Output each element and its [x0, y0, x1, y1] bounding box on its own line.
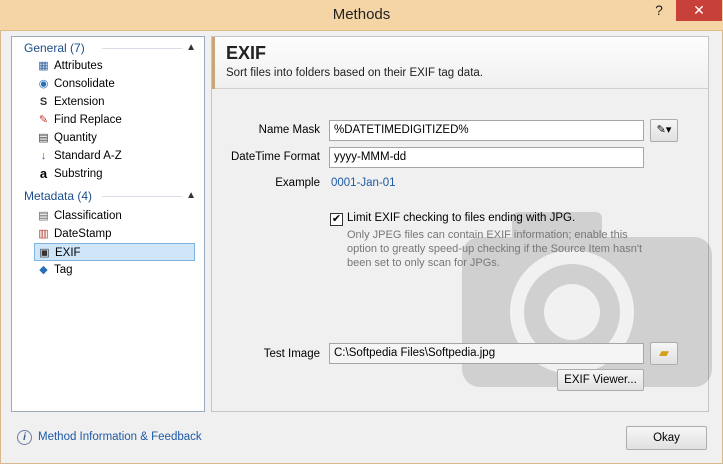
tree-item-label: Find Replace: [54, 114, 122, 126]
browse-button[interactable]: ▰: [650, 342, 678, 365]
tree-item-classification[interactable]: ▤ Classification: [34, 207, 184, 225]
close-button[interactable]: ✕: [676, 0, 722, 21]
tag-picker-icon: ✎▾: [656, 124, 672, 136]
example-label: Example: [275, 177, 320, 189]
tree-item-label: Substring: [54, 168, 103, 180]
collapse-caret-icon[interactable]: ▲: [186, 39, 196, 57]
tree-item-datestamp[interactable]: ▥ DateStamp: [34, 225, 184, 243]
method-info-link[interactable]: Method Information & Feedback: [38, 431, 202, 443]
sort-az-icon: ↓: [40, 150, 47, 162]
method-settings-panel: EXIF Sort files into folders based on th…: [211, 36, 712, 412]
tree-item-standard-a-z[interactable]: ↓ Standard A-Z: [34, 147, 184, 165]
limit-jpg-label[interactable]: Limit EXIF checking to files ending with…: [347, 212, 575, 224]
datestamp-icon: ▥: [38, 228, 49, 240]
tree-item-quantity[interactable]: ▤ Quantity: [34, 129, 184, 147]
group-divider: [102, 196, 182, 197]
panel-title: EXIF: [226, 43, 267, 63]
test-image-label: Test Image: [263, 348, 320, 360]
tree-item-find-replace[interactable]: ✎ Find Replace: [34, 111, 184, 129]
tree-item-label: DateStamp: [54, 228, 112, 240]
quantity-icon: ▤: [38, 132, 49, 144]
exif-viewer-button[interactable]: EXIF Viewer...: [557, 369, 644, 391]
datetime-format-label: DateTime Format: [230, 151, 320, 163]
test-image-input[interactable]: C:\Softpedia Files\Softpedia.jpg: [329, 343, 644, 364]
header-accent: [212, 37, 215, 89]
tree-item-label: EXIF: [55, 247, 81, 259]
group-general[interactable]: General (7) ▲: [12, 39, 204, 57]
camera-icon: ▣: [39, 247, 50, 259]
tree-item-consolidate[interactable]: ◉ Consolidate: [34, 75, 184, 93]
tree-item-label: Consolidate: [54, 78, 115, 90]
limit-jpg-note: Only JPEG files can contain EXIF informa…: [347, 229, 642, 269]
name-mask-input[interactable]: %DATETIMEDIGITIZED%: [329, 120, 644, 141]
insert-tag-button[interactable]: ✎▾: [650, 119, 678, 142]
help-button[interactable]: ?: [648, 2, 670, 23]
group-divider: [102, 48, 182, 49]
panel-header: EXIF Sort files into folders based on th…: [212, 37, 708, 89]
consolidate-icon: ◉: [38, 78, 49, 90]
window-title: Methods: [332, 6, 391, 23]
tree-item-label: Classification: [54, 210, 122, 222]
info-icon: i: [17, 430, 32, 445]
group-general-label: General (7): [24, 41, 85, 55]
datetime-format-input[interactable]: yyyy-MMM-dd: [329, 147, 644, 168]
name-mask-label: Name Mask: [258, 124, 320, 136]
tree-item-label: Tag: [54, 264, 73, 276]
limit-jpg-checkbox[interactable]: ✔: [330, 213, 343, 226]
methods-tree: General (7) ▲ ▦ Attributes ◉ Consolidate…: [11, 36, 205, 412]
attributes-icon: ▦: [38, 60, 49, 72]
folder-icon: ▰: [659, 345, 669, 360]
tree-item-tag[interactable]: ◆ Tag: [34, 261, 184, 279]
tree-item-label: Attributes: [54, 60, 103, 72]
camera-watermark-icon: [462, 212, 712, 387]
tag-icon: ◆: [39, 264, 48, 276]
title-bar: Methods ? ✕: [0, 0, 723, 31]
group-metadata[interactable]: Metadata (4) ▲: [12, 187, 204, 205]
tree-item-label: Extension: [54, 96, 105, 108]
tree-item-label: Quantity: [54, 132, 97, 144]
tree-item-exif[interactable]: ▣ EXIF: [34, 243, 195, 261]
okay-button[interactable]: Okay: [626, 426, 707, 450]
panel-description: Sort files into folders based on their E…: [226, 67, 483, 79]
tree-item-extension[interactable]: S Extension: [34, 93, 184, 111]
group-metadata-label: Metadata (4): [24, 189, 93, 203]
example-value: 0001-Jan-01: [331, 177, 396, 189]
substring-icon: a: [39, 166, 48, 181]
tree-item-label: Standard A-Z: [54, 150, 122, 162]
tree-item-attributes[interactable]: ▦ Attributes: [34, 57, 184, 75]
tree-item-substring[interactable]: a Substring: [34, 165, 184, 183]
find-replace-icon: ✎: [38, 114, 49, 126]
collapse-caret-icon[interactable]: ▲: [186, 187, 196, 205]
extension-icon: S: [39, 96, 48, 108]
classification-icon: ▤: [38, 210, 49, 222]
